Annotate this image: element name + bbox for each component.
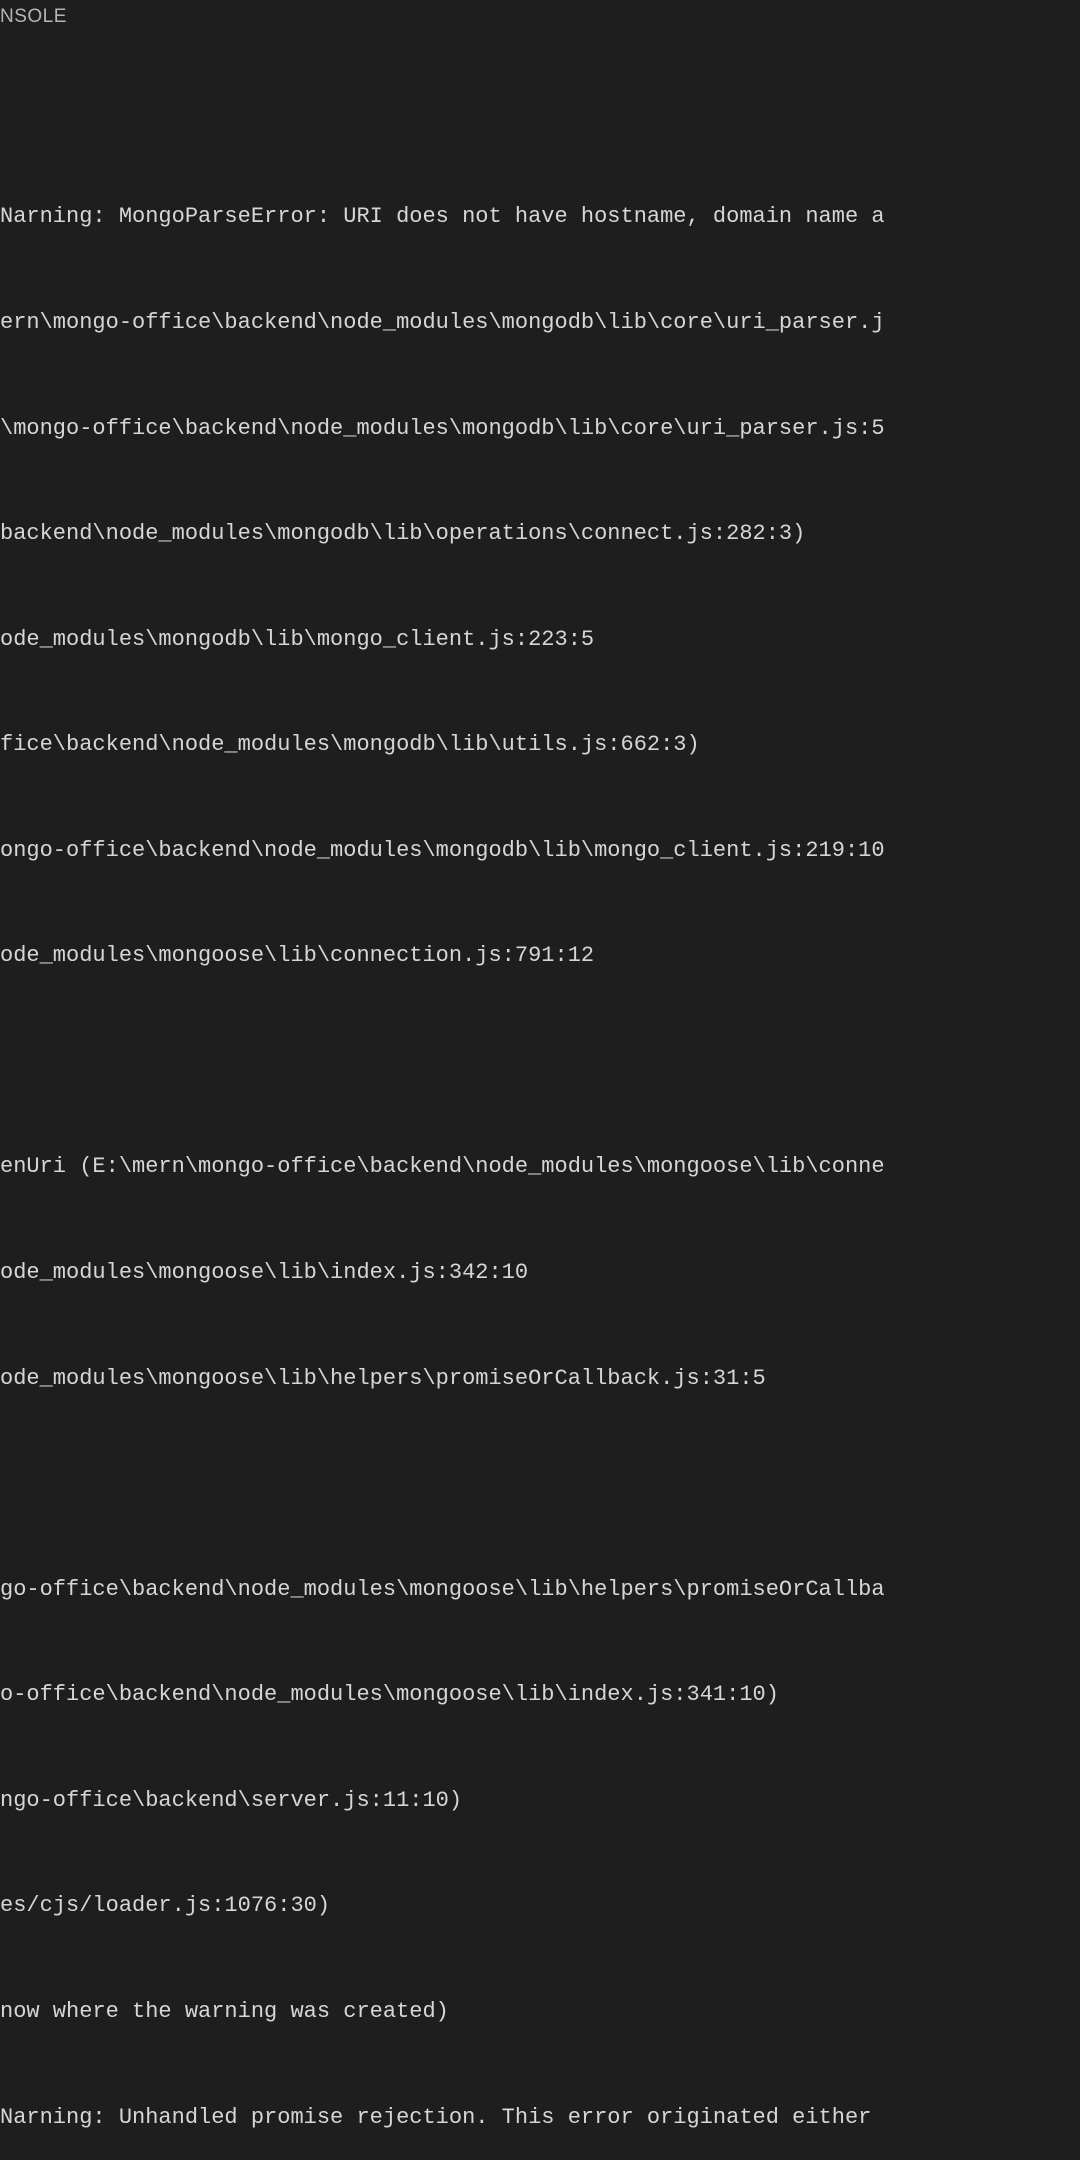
terminal-line: fice\backend\node_modules\mongodb\lib\ut… [0, 727, 1080, 762]
terminal-line: es/cjs/loader.js:1076:30) [0, 1888, 1080, 1923]
terminal-line: ode_modules\mongoose\lib\helpers\promise… [0, 1361, 1080, 1396]
terminal-line: ode_modules\mongodb\lib\mongo_client.js:… [0, 622, 1080, 657]
terminal-line: ongo-office\backend\node_modules\mongodb… [0, 833, 1080, 868]
terminal-line: o-office\backend\node_modules\mongoose\l… [0, 1677, 1080, 1712]
terminal-blank-line [0, 1466, 1080, 1501]
terminal-line: now where the warning was created) [0, 1994, 1080, 2029]
panel-tab-label: NSOLE [0, 6, 67, 27]
terminal-line: ode_modules\mongoose\lib\connection.js:7… [0, 938, 1080, 973]
terminal-output[interactable]: Narning: MongoParseError: URI does not h… [0, 34, 1080, 2160]
terminal-line: Narning: Unhandled promise rejection. Th… [0, 2100, 1080, 2135]
terminal-line: ode_modules\mongoose\lib\index.js:342:10 [0, 1255, 1080, 1290]
terminal-line: enUri (E:\mern\mongo-office\backend\node… [0, 1149, 1080, 1184]
terminal-line: ngo-office\backend\server.js:11:10) [0, 1783, 1080, 1818]
terminal-line: Narning: MongoParseError: URI does not h… [0, 199, 1080, 234]
terminal-line: go-office\backend\node_modules\mongoose\… [0, 1572, 1080, 1607]
terminal-line: ern\mongo-office\backend\node_modules\mo… [0, 305, 1080, 340]
terminal-line: backend\node_modules\mongodb\lib\operati… [0, 516, 1080, 551]
terminal-blank-line [0, 1044, 1080, 1079]
panel-tab-console[interactable]: NSOLE [0, 0, 1080, 34]
terminal-line: \mongo-office\backend\node_modules\mongo… [0, 411, 1080, 446]
